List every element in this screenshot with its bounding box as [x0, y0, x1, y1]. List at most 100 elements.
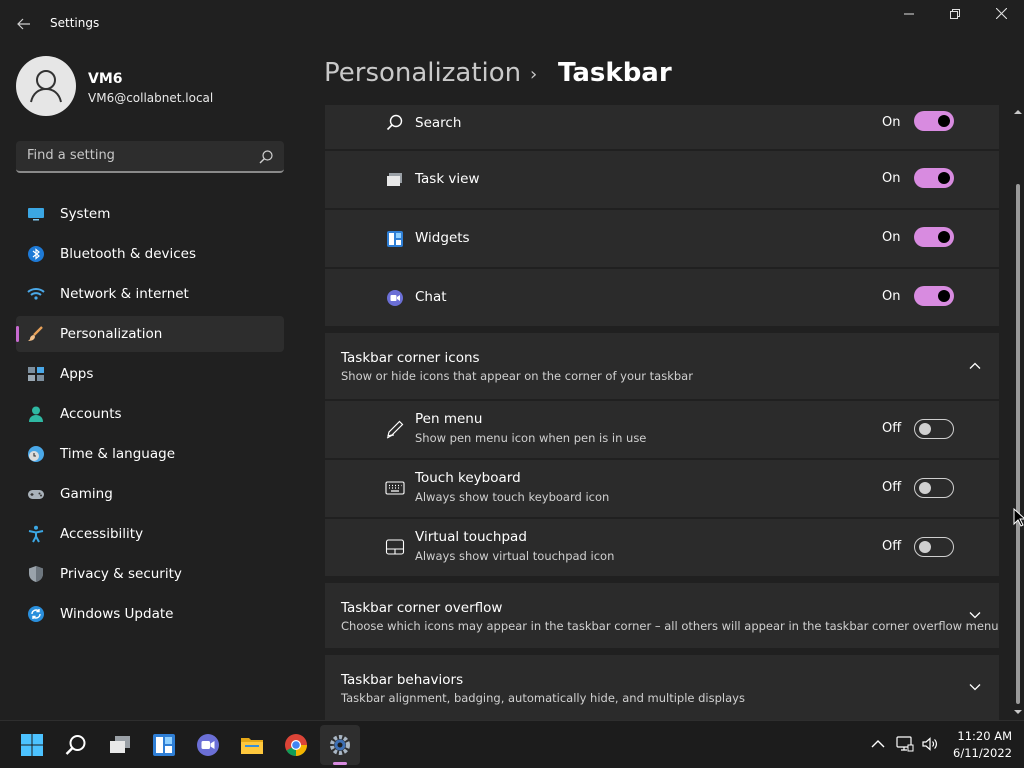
virtual-touchpad-toggle[interactable]	[914, 537, 954, 557]
toggle-knob	[919, 541, 931, 553]
scroll-down-arrow-icon[interactable]	[1014, 708, 1022, 716]
toggle-state: On	[882, 115, 901, 130]
taskbar-chrome-button[interactable]	[276, 725, 316, 765]
sidebar-item-bluetooth[interactable]: Bluetooth & devices	[16, 236, 284, 272]
back-button[interactable]	[14, 12, 34, 36]
sidebar-item-windows-update[interactable]: Windows Update	[16, 596, 284, 632]
close-icon	[995, 7, 1007, 20]
scroll-thumb[interactable]	[1016, 184, 1020, 704]
widgets-toggle[interactable]	[914, 227, 954, 247]
toggle-knob	[938, 290, 950, 302]
volume-icon[interactable]	[921, 735, 939, 753]
arrow-left-icon	[17, 18, 30, 30]
sidebar-item-gaming[interactable]: Gaming	[16, 476, 284, 512]
sidebar-item-apps[interactable]: Apps	[16, 356, 284, 392]
taskbar-widgets-button[interactable]	[144, 725, 184, 765]
update-icon	[28, 606, 44, 622]
clock-globe-icon	[28, 446, 44, 462]
taskbar-settings-button[interactable]	[320, 725, 360, 765]
start-button[interactable]	[12, 725, 52, 765]
maximize-button[interactable]	[932, 0, 978, 32]
sidebar-item-label: Accounts	[60, 406, 122, 422]
chrome-icon	[285, 734, 307, 756]
chevron-up-icon[interactable]	[869, 735, 887, 753]
user-profile[interactable]: VM6 VM6@collabnet.local	[16, 56, 286, 118]
breadcrumb-parent[interactable]: Personalization	[324, 58, 521, 88]
settings-icon	[330, 735, 350, 755]
taskbar-task-view-button[interactable]	[100, 725, 140, 765]
chat-icon	[197, 734, 219, 756]
pen-menu-toggle[interactable]	[914, 419, 954, 439]
toggle-knob	[919, 482, 931, 494]
toggle-state: On	[882, 230, 901, 245]
sidebar-item-label: Bluetooth & devices	[60, 246, 197, 262]
avatar	[16, 56, 76, 116]
sidebar-item-label: Time & language	[60, 446, 176, 462]
sidebar-item-time-language[interactable]: Time & language	[16, 436, 284, 472]
bluetooth-icon	[28, 246, 44, 262]
apps-icon	[28, 367, 44, 381]
selection-indicator	[16, 326, 19, 342]
monitor-icon	[28, 208, 44, 221]
setting-row-chat: Chat On	[325, 269, 999, 326]
minimize-button[interactable]	[886, 0, 932, 32]
app-title: Settings	[50, 16, 100, 30]
task-view-toggle[interactable]	[914, 168, 954, 188]
person-icon	[29, 406, 43, 422]
taskbar-chat-button[interactable]	[188, 725, 228, 765]
taskbar-corner-icons-header[interactable]: Taskbar corner icons Show or hide icons …	[325, 333, 999, 399]
setting-title: Chat	[415, 289, 447, 305]
sidebar-item-personalization[interactable]: Personalization	[16, 316, 284, 352]
page-title: Taskbar	[558, 58, 672, 88]
pen-icon	[386, 420, 404, 439]
title-bar: Settings	[0, 0, 1024, 46]
section-subtitle: Taskbar alignment, badging, automaticall…	[341, 691, 745, 705]
sidebar-item-label: Network & internet	[60, 286, 189, 302]
file-explorer-icon	[241, 738, 263, 754]
task-view-icon	[110, 736, 130, 753]
active-app-indicator	[333, 762, 347, 765]
toggle-state: Off	[882, 480, 902, 495]
shield-icon	[29, 566, 43, 582]
mouse-cursor-icon	[1013, 508, 1024, 527]
widgets-icon	[153, 734, 175, 756]
sidebar-item-accounts[interactable]: Accounts	[16, 396, 284, 432]
chat-toggle[interactable]	[914, 286, 954, 306]
setting-title: Task view	[415, 171, 480, 187]
search-icon	[259, 150, 273, 164]
setting-subtitle: Always show virtual touchpad icon	[415, 549, 615, 563]
sidebar-item-network[interactable]: Network & internet	[16, 276, 284, 312]
person-icon	[30, 70, 62, 103]
taskbar-behaviors-header[interactable]: Taskbar behaviors Taskbar alignment, bad…	[325, 655, 999, 720]
setting-title: Virtual touchpad	[415, 529, 527, 545]
sidebar-item-label: Personalization	[60, 326, 163, 342]
sidebar-item-accessibility[interactable]: Accessibility	[16, 516, 284, 552]
network-icon[interactable]	[896, 735, 914, 753]
setting-row-search: Search On	[325, 105, 999, 149]
search-input[interactable]: Find a setting	[16, 141, 284, 173]
search-toggle[interactable]	[914, 111, 954, 131]
toggle-state: On	[882, 171, 901, 186]
search-placeholder: Find a setting	[27, 148, 115, 163]
content-scrollbar[interactable]	[1012, 106, 1024, 720]
start-icon	[21, 734, 43, 756]
setting-subtitle: Show pen menu icon when pen is in use	[415, 431, 647, 445]
touch-keyboard-toggle[interactable]	[914, 478, 954, 498]
taskbar-search-button[interactable]	[56, 725, 96, 765]
wifi-icon	[27, 288, 45, 300]
search-icon	[386, 114, 403, 131]
close-button[interactable]	[978, 0, 1024, 32]
chat-icon	[387, 290, 403, 306]
toggle-knob	[938, 172, 950, 184]
sidebar-item-privacy-security[interactable]: Privacy & security	[16, 556, 284, 592]
sidebar-item-system[interactable]: System	[16, 196, 284, 232]
clock-time[interactable]: 11:20 AM	[940, 729, 1012, 743]
taskbar-corner-overflow-header[interactable]: Taskbar corner overflow Choose which ico…	[325, 583, 999, 648]
scroll-up-arrow-icon[interactable]	[1014, 108, 1022, 116]
chevron-down-icon	[969, 684, 981, 691]
toggle-knob	[938, 115, 950, 127]
setting-row-virtual-touchpad: Virtual touchpad Always show virtual tou…	[325, 519, 999, 576]
clock-date[interactable]: 6/11/2022	[940, 746, 1012, 760]
taskbar-file-explorer-button[interactable]	[232, 725, 272, 765]
setting-title: Pen menu	[415, 411, 483, 427]
